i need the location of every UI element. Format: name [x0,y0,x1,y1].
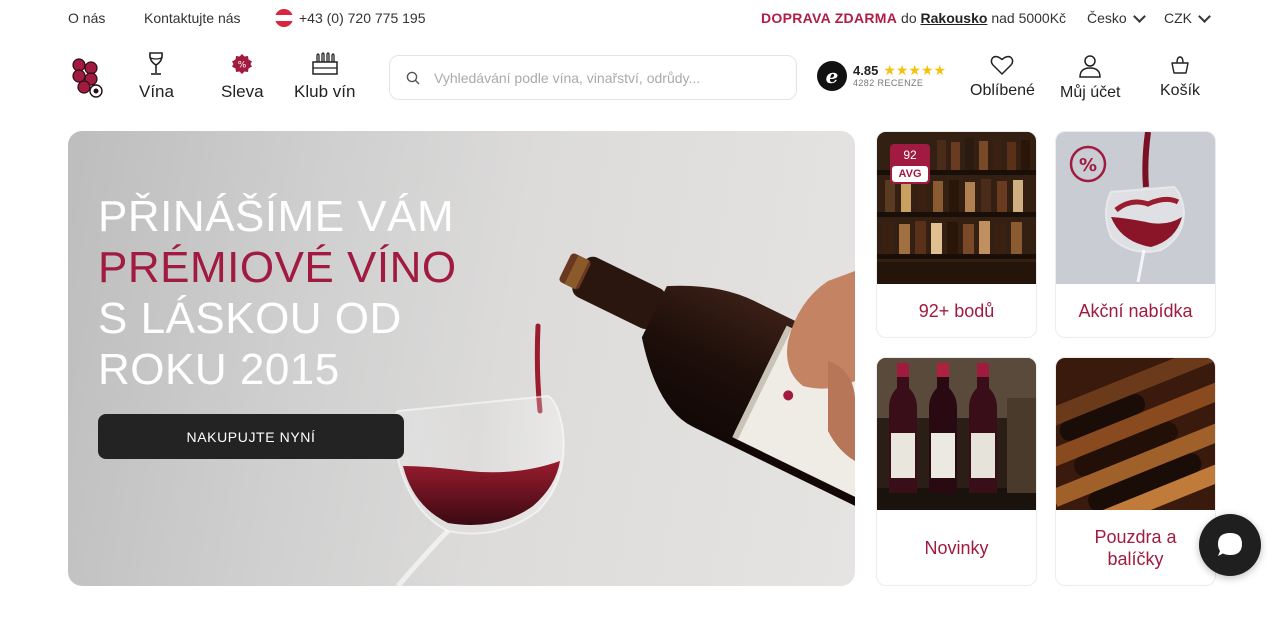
nav-wines-label: Vína [139,82,174,101]
rating-score: 4.85 [853,62,879,78]
wine-shelf-image: 92 AVG [877,132,1036,284]
basket-icon [1171,56,1189,74]
shipping-country-link[interactable]: Rakousko [921,10,988,26]
wine-crate-icon [311,52,338,75]
hero-title-rest: S LÁSKOU OD ROKU 2015 [98,294,402,394]
search-input[interactable] [434,69,754,86]
category-label: Novinky [924,538,989,558]
score-badge: 92 AVG [890,144,930,184]
heart-icon [991,55,1014,75]
rating-e-icon: e [817,61,847,91]
wine-glass-icon [149,52,164,75]
percent-badge-icon: % [232,54,253,74]
hero-title: PŘINÁŠÍME VÁM PRÉMIOVÉ VÍNO S LÁSKOU OD … [98,191,498,395]
category-tile-92-points[interactable]: 92 AVG 92+ bodů [876,131,1037,338]
score-badge-label: AVG [892,166,928,182]
shop-now-button[interactable]: NAKUPUJTE NYNÍ [98,414,404,459]
nav-club-label: Klub vín [294,82,356,101]
category-tile-special-offer[interactable]: % Akční nabídka [1055,131,1216,338]
rating-stars: ★★★★★ [883,62,947,79]
shipping-threshold: nad 5000Kč [991,10,1067,26]
cart-button[interactable]: Košík [1160,54,1200,100]
hero-banner: PŘINÁŠÍME VÁM PRÉMIOVÉ VÍNO S LÁSKOU OD … [68,131,855,586]
shipping-notice: DOPRAVA ZDARMA do Rakousko nad 5000Kč [761,10,1066,26]
svg-text:%: % [1079,155,1097,176]
currency-value: CZK [1164,10,1192,26]
category-label: Pouzdra a balíčky [1094,527,1177,569]
user-icon [1079,55,1101,78]
shipping-free-label: DOPRAVA ZDARMA [761,10,898,26]
svg-text:%: % [238,61,247,71]
austria-flag-icon [275,9,293,27]
account-label: Můj účet [1060,84,1121,101]
phone-number: +43 (0) 720 775 195 [299,10,426,26]
grapes-logo-icon[interactable] [70,56,106,102]
category-label: 92+ bodů [918,301,995,321]
about-link[interactable]: O nás [68,10,105,26]
nav-sale-label: Sleva [221,82,264,101]
account-button[interactable]: Můj účet [1060,54,1120,102]
cart-label: Košík [1160,82,1201,99]
shipping-to-label: do [901,10,917,26]
chat-button[interactable] [1199,514,1261,576]
favorites-button[interactable]: Oblíbené [970,54,1035,100]
wine-rack-image [1056,358,1215,510]
nav-wines[interactable]: Vína [139,52,174,102]
favorites-label: Oblíbené [970,82,1035,99]
contact-link[interactable]: Kontaktujte nás [144,10,241,26]
score-badge-value: 92 [903,148,917,162]
hero-title-line1: PŘINÁŠÍME VÁM [98,192,455,241]
wine-glass-splash-image: % [1056,132,1215,284]
search-icon[interactable] [406,71,420,85]
chevron-down-icon [1132,9,1146,23]
language-select[interactable]: Česko [1087,9,1146,26]
language-value: Česko [1087,10,1127,26]
nav-club[interactable]: Klub vín [294,52,355,102]
rating-count: 4282 RECENZE [853,77,924,88]
currency-select[interactable]: CZK [1164,9,1211,26]
search-bar[interactable] [389,55,797,100]
top-bar: O nás Kontaktujte nás +43 (0) 720 775 19… [0,0,1280,36]
hero-title-accent: PRÉMIOVÉ VÍNO [98,243,457,292]
chevron-down-icon [1198,9,1211,23]
nav-sale[interactable]: % Sleva [221,52,264,102]
rating-widget[interactable]: e 4.85 ★★★★★ 4282 RECENZE [817,61,946,91]
wine-bottles-image [877,358,1036,510]
category-tile-new-arrivals[interactable]: Novinky [876,357,1037,586]
phone-link[interactable]: +43 (0) 720 775 195 [275,9,426,27]
category-tile-cases-bundles[interactable]: Pouzdra a balíčky [1055,357,1216,586]
category-label: Akční nabídka [1078,301,1193,321]
chat-icon [1218,533,1242,556]
